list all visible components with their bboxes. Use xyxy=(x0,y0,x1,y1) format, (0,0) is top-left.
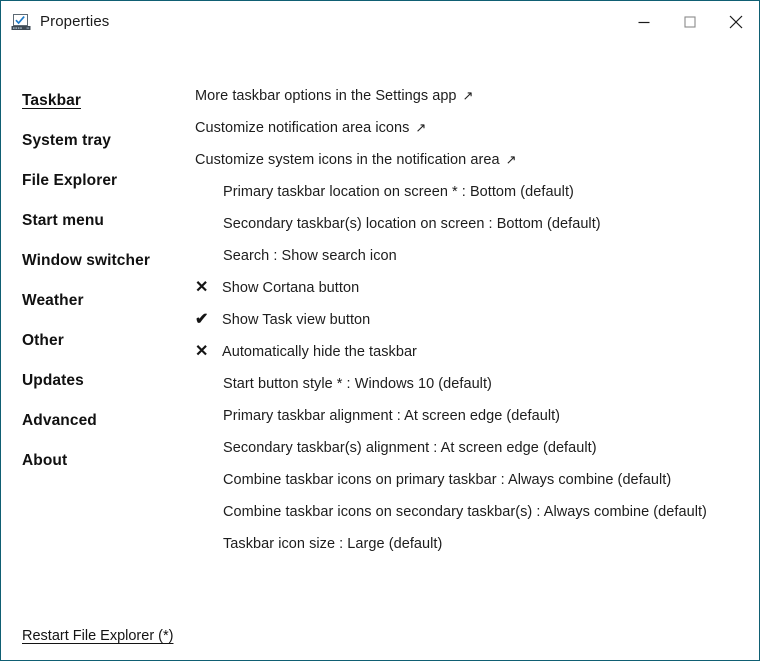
setting-toggle-show-task-view-button[interactable]: ✔Show Task view button xyxy=(186,312,370,328)
window-title: Properties xyxy=(40,13,109,30)
taskbar-properties-icon xyxy=(10,11,32,33)
cross-icon: ✕ xyxy=(195,280,222,296)
external-link-arrow-icon: ↗ xyxy=(415,120,426,136)
setting-row-secondary-taskbar-s-alignment-at-screen-edge-def[interactable]: Secondary taskbar(s) alignment : At scre… xyxy=(186,440,597,456)
setting-row-primary-taskbar-alignment-at-screen-edge-default[interactable]: Primary taskbar alignment : At screen ed… xyxy=(186,408,560,424)
sidebar-item-weather[interactable]: Weather xyxy=(22,292,84,310)
title-bar: Properties xyxy=(1,1,759,42)
setting-row-search-show-search-icon[interactable]: Search : Show search icon xyxy=(186,248,397,264)
properties-window: Properties TaskbarSystem trayFile xyxy=(0,0,760,661)
setting-label: Combine taskbar icons on secondary taskb… xyxy=(223,504,707,520)
setting-label: Show Cortana button xyxy=(222,280,359,296)
setting-row-combine-taskbar-icons-on-secondary-taskbar-s-alw[interactable]: Combine taskbar icons on secondary taskb… xyxy=(186,504,707,520)
external-link-customize-notification-area-icons[interactable]: Customize notification area icons ↗ xyxy=(186,120,426,136)
setting-label: Primary taskbar location on screen * : B… xyxy=(223,184,574,200)
setting-row-combine-taskbar-icons-on-primary-taskbar-always-[interactable]: Combine taskbar icons on primary taskbar… xyxy=(186,472,671,488)
setting-row-start-button-style-windows-10-default[interactable]: Start button style * : Windows 10 (defau… xyxy=(186,376,492,392)
setting-label: Start button style * : Windows 10 (defau… xyxy=(223,376,492,392)
setting-toggle-show-cortana-button[interactable]: ✕Show Cortana button xyxy=(186,280,359,296)
link-label: Customize notification area icons xyxy=(195,120,409,136)
sidebar-item-start-menu[interactable]: Start menu xyxy=(22,212,104,230)
setting-row-primary-taskbar-location-on-screen-bottom-defaul[interactable]: Primary taskbar location on screen * : B… xyxy=(186,184,574,200)
cross-icon: ✕ xyxy=(195,344,222,360)
setting-label: Secondary taskbar(s) alignment : At scre… xyxy=(223,440,597,456)
window-controls xyxy=(621,1,759,42)
sidebar-item-window-switcher[interactable]: Window switcher xyxy=(22,252,150,270)
link-label: More taskbar options in the Settings app xyxy=(195,88,457,104)
minimize-button[interactable] xyxy=(621,1,667,42)
sidebar-nav: Taskbar System tray File Explorer Start men… xyxy=(1,42,186,661)
setting-label: Taskbar icon size : Large (default) xyxy=(223,536,442,552)
setting-label: Combine taskbar icons on primary taskbar… xyxy=(223,472,671,488)
sidebar-item-advanced[interactable]: Advanced xyxy=(22,412,97,430)
setting-label: Search : Show search icon xyxy=(223,248,397,264)
sidebar-item-taskbar[interactable]: Taskbar xyxy=(22,92,81,110)
external-link-more-taskbar-options-in-the-settings-app[interactable]: More taskbar options in the Settings app… xyxy=(186,88,474,104)
sidebar-item-system-tray[interactable]: System tray xyxy=(22,132,111,150)
sidebar-item-about[interactable]: About xyxy=(22,452,67,470)
link-label: Customize system icons in the notificati… xyxy=(195,152,500,168)
setting-label: Primary taskbar alignment : At screen ed… xyxy=(223,408,560,424)
close-button[interactable] xyxy=(713,1,759,42)
maximize-button[interactable] xyxy=(667,1,713,42)
check-icon: ✔ xyxy=(195,312,222,328)
setting-toggle-automatically-hide-the-taskbar[interactable]: ✕Automatically hide the taskbar xyxy=(186,344,417,360)
restart-file-explorer-link[interactable]: Restart File Explorer (*) xyxy=(22,628,173,644)
sidebar-item-other[interactable]: Other xyxy=(22,332,64,350)
external-link-arrow-icon: ↗ xyxy=(506,152,517,168)
external-link-customize-system-icons-in-the-notification-area[interactable]: Customize system icons in the notificati… xyxy=(186,152,517,168)
settings-pane: More taskbar options in the Settings app… xyxy=(186,42,759,661)
sidebar-item-file-explorer[interactable]: File Explorer xyxy=(22,172,117,190)
external-link-arrow-icon: ↗ xyxy=(463,88,474,104)
setting-label: Secondary taskbar(s) location on screen … xyxy=(223,216,601,232)
sidebar-item-updates[interactable]: Updates xyxy=(22,372,84,390)
setting-row-taskbar-icon-size-large-default[interactable]: Taskbar icon size : Large (default) xyxy=(186,536,442,552)
window-content: Taskbar System tray File Explorer Start men… xyxy=(1,42,759,661)
setting-label: Show Task view button xyxy=(222,312,370,328)
setting-label: Automatically hide the taskbar xyxy=(222,344,417,360)
setting-row-secondary-taskbar-s-location-on-screen-bottom-de[interactable]: Secondary taskbar(s) location on screen … xyxy=(186,216,601,232)
